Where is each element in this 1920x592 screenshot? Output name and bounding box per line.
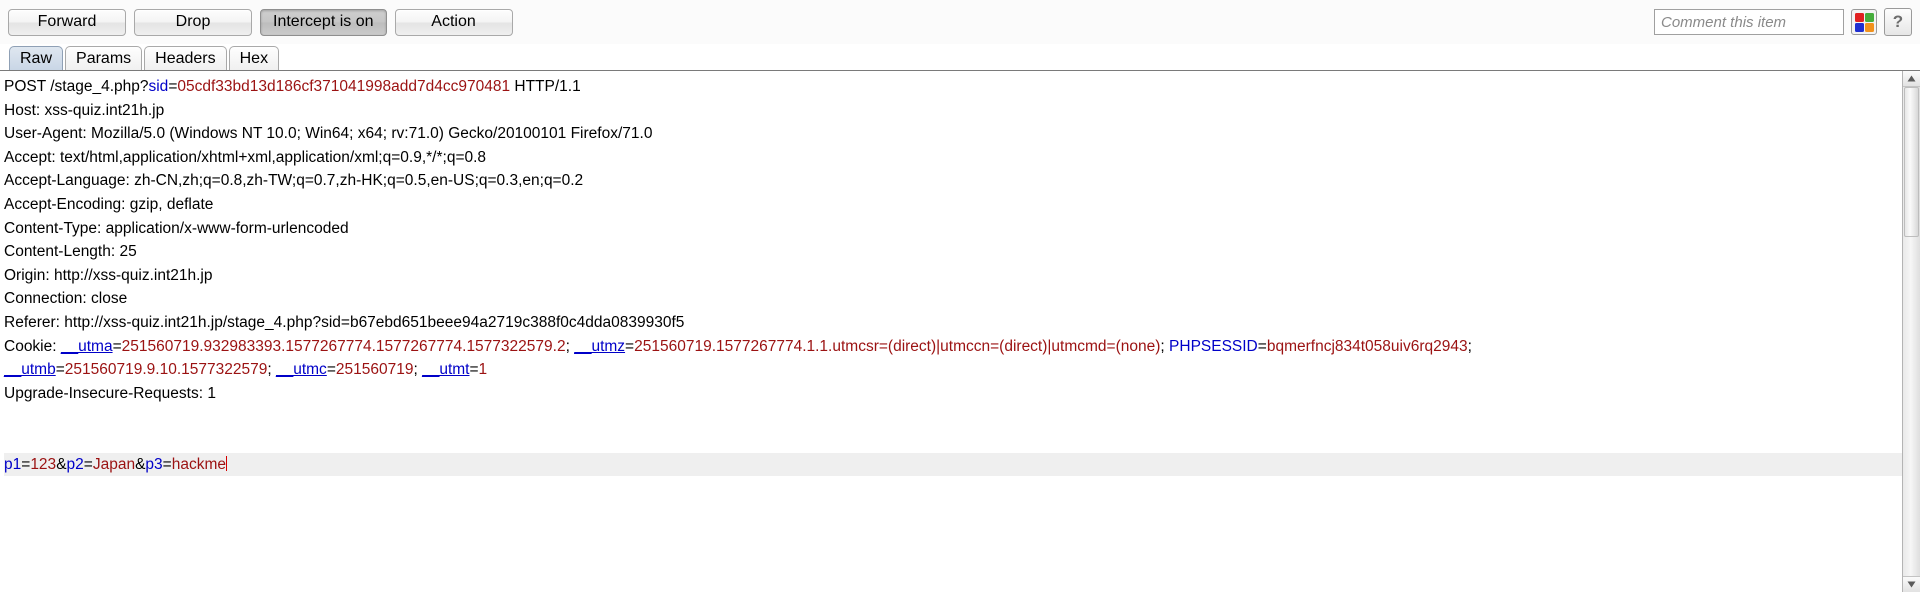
cookie-token: __utmt [422,361,470,379]
swatch-blue [1854,22,1864,32]
cookie-token: ; [1467,337,1472,355]
header-line: Upgrade-Insecure-Requests: 1 [4,382,1902,406]
request-line: POST /stage_4.php?sid=05cdf33bd13d186cf3… [4,75,1902,99]
body-token: = [83,455,93,473]
cookie-token: __utmc [275,361,327,379]
header-line: Content-Type: application/x-www-form-url… [4,217,1902,241]
header-text: Accept: text/html,application/xhtml+xml,… [4,148,487,166]
header-line: Accept: text/html,application/xhtml+xml,… [4,146,1902,170]
body-token: p2 [66,455,84,473]
cookie-token: 251560719.932983393.1577267774.157726777… [121,337,566,355]
toolbar-right-group: ? [1654,0,1912,44]
raw-editor-container: POST /stage_4.php?sid = 05cdf33bd13d186cf3… [0,70,1920,592]
body-token: = [21,455,31,473]
cookie-token: 1 [478,361,488,379]
header-text: Accept-Language: zh-CN,zh;q=0.8,zh-TW;q=… [4,172,584,190]
cookie-token: __utmb [4,361,56,379]
tab-raw[interactable]: Raw [9,46,64,70]
body-token: p1 [4,455,22,473]
body-token: hackme [171,455,227,473]
header-text: Host: xss-quiz.int21h.jp [4,101,165,119]
cookie-token: bqmerfncj834t058uiv6rq2943 [1266,337,1468,355]
cookie-line: Cookie: __utma=251560719.932983393.15772… [4,335,1902,359]
body-token: Japan [92,455,136,473]
help-icon[interactable]: ? [1884,8,1912,36]
header-text: Content-Type: application/x-www-form-url… [4,219,349,237]
text-caret [226,455,228,471]
intercept-toggle-button[interactable]: Intercept is on [260,8,387,36]
cookie-token: = [1257,337,1267,355]
cookie-line-continued: __utmb=251560719.9.10.1577322579; __utmc… [4,358,1902,382]
cookie-token: PHPSESSID [1169,337,1258,355]
cookie-token: __utmz [574,337,626,355]
swatch-orange [1864,22,1874,32]
cookie-token: ; [1160,337,1170,355]
query-param-value: 05cdf33bd13d186cf371041998add7d4cc970481 [177,78,511,95]
scrollbar-track[interactable] [1903,87,1920,592]
cookie-token: = [55,361,65,379]
header-text: Accept-Encoding: gzip, deflate [4,195,214,213]
header-line: Origin: http://xss-quiz.int21h.jp [4,264,1902,288]
tab-hex[interactable]: Hex [228,46,280,70]
triangle-up-icon[interactable] [1903,71,1920,87]
cookie-token: ; [565,337,575,355]
message-view-tabs: Raw Params Headers Hex [0,44,1920,70]
cookie-token: = [625,337,635,355]
body-token: p3 [145,455,163,473]
cookie-token: 251560719.1577267774.1.1.utmcsr=(direct)… [634,337,1161,355]
header-line: Accept-Encoding: gzip, deflate [4,193,1902,217]
cookie-token: = [469,361,479,379]
http-version: HTTP/1.1 [510,78,581,95]
cookie-token: ; [267,361,276,379]
request-body-line: p1=123&p2=Japan&p3=hackme [4,452,1902,477]
tab-params[interactable]: Params [65,46,143,70]
header-line: Referer: http://xss-quiz.int21h.jp/stage… [4,311,1902,335]
triangle-down-icon[interactable] [1903,576,1920,592]
header-text: Connection: close [4,290,128,308]
cookie-token: 251560719 [335,361,414,379]
header-text: User-Agent: Mozilla/5.0 (Windows NT 10.0… [4,125,653,143]
body-token: = [162,455,172,473]
cookie-token: ; [413,361,423,379]
header-text: Upgrade-Insecure-Requests: 1 [4,384,216,402]
scrollbar-thumb[interactable] [1904,87,1919,237]
tab-headers[interactable]: Headers [144,46,227,70]
header-line: Connection: close [4,287,1902,311]
burp-intercept-panel: Forward Drop Intercept is on Action ? Ra… [0,0,1920,592]
cookie-token: = [326,361,336,379]
header-text: Origin: http://xss-quiz.int21h.jp [4,266,213,284]
header-line: User-Agent: Mozilla/5.0 (Windows NT 10.0… [4,122,1902,146]
comment-input[interactable] [1654,9,1844,35]
swatch-green [1864,12,1874,22]
color-swatch-icon[interactable] [1851,9,1877,35]
cookie-header-name: Cookie: [4,337,61,355]
header-text: Content-Length: 25 [4,243,137,261]
request-method-path: POST /stage_4.php? [4,78,149,95]
swatch-red [1854,12,1864,22]
cookie-token: __utma [60,337,113,355]
query-param-name: sid [148,78,169,95]
cookie-token: 251560719.9.10.1577322579 [64,361,268,379]
drop-button[interactable]: Drop [134,8,252,36]
header-line: Host: xss-quiz.int21h.jp [4,99,1902,123]
header-line: Content-Length: 25 [4,240,1902,264]
body-token: 123 [30,455,57,473]
action-button[interactable]: Action [394,8,513,36]
raw-request-editor[interactable]: POST /stage_4.php?sid = 05cdf33bd13d186cf3… [0,71,1902,592]
header-text: Referer: http://xss-quiz.int21h.jp/stage… [4,313,685,331]
cookie-token: = [112,337,122,355]
editor-vertical-scrollbar[interactable] [1902,71,1920,592]
intercept-toolbar: Forward Drop Intercept is on Action ? [0,0,1920,44]
forward-button[interactable]: Forward [8,8,126,36]
header-line: Accept-Language: zh-CN,zh;q=0.8,zh-TW;q=… [4,169,1902,193]
body-token: & [135,455,146,473]
body-token: & [56,455,67,473]
